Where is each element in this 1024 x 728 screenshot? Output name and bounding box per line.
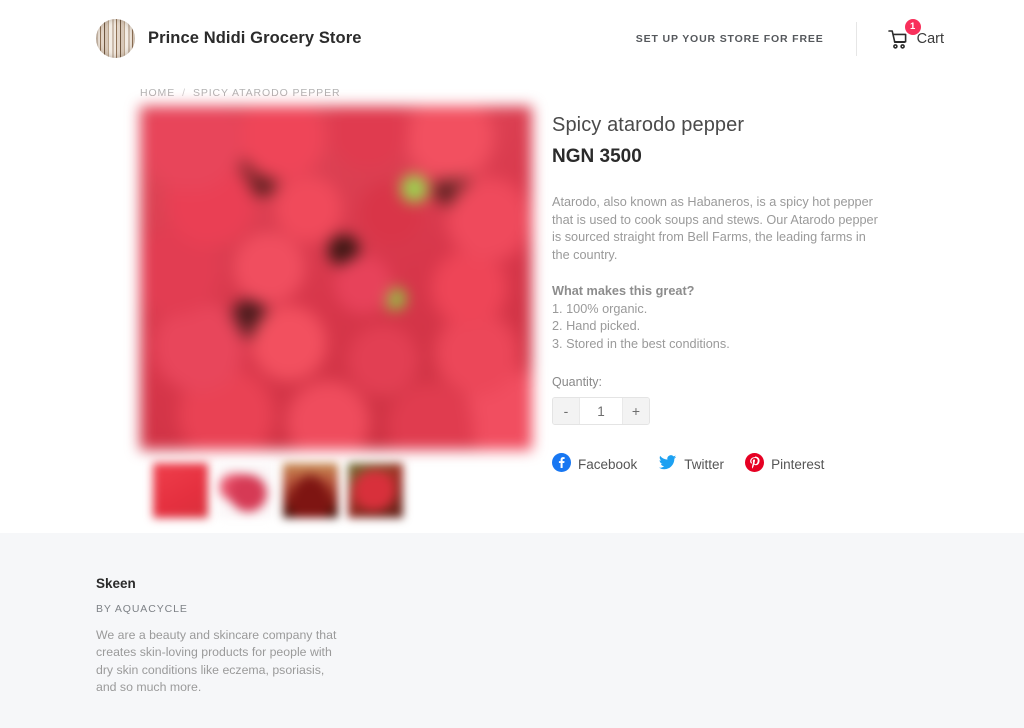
cart-count-badge: 1 (904, 18, 921, 35)
footer-subtitle: BY AQUACYCLE (96, 603, 188, 615)
footer-brand: Skeen BY AQUACYCLE We are a beauty and s… (96, 533, 341, 696)
quantity-stepper: - + (552, 397, 650, 425)
header-right: SET UP YOUR STORE FOR FREE 1 Cart (636, 18, 944, 56)
product-highlight-item: 1. 100% organic. (552, 301, 648, 316)
cart-label: Cart (916, 30, 944, 47)
breadcrumb-current: SPICY ATARODO PEPPER (192, 87, 341, 99)
page-main: HOME / SPICY ATARODO PEPPER Spicy atarod… (0, 77, 1024, 533)
share-pinterest-button[interactable]: Pinterest (745, 453, 824, 475)
facebook-icon (552, 453, 571, 475)
product-layout: Spicy atarodo pepper NGN 3500 Atarodo, a… (96, 106, 944, 518)
share-pinterest-label: Pinterest (771, 456, 825, 472)
setup-store-link[interactable]: SET UP YOUR STORE FOR FREE (636, 33, 824, 45)
breadcrumb-home[interactable]: HOME (140, 87, 175, 99)
footer-description: We are a beauty and skincare company tha… (96, 628, 337, 694)
product-price: NGN 3500 (552, 146, 642, 167)
breadcrumb-separator: / (182, 87, 186, 99)
product-description: Atarodo, also known as Habaneros, is a s… (552, 195, 878, 262)
twitter-icon (658, 453, 677, 475)
share-twitter-label: Twitter (684, 456, 725, 472)
quantity-increment-button[interactable]: + (623, 398, 649, 424)
shopping-cart-icon: 1 (885, 18, 921, 52)
footer-title: Skeen (96, 576, 136, 591)
product-thumbnail[interactable] (348, 463, 403, 518)
quantity-decrement-button[interactable]: - (553, 398, 579, 424)
store-avatar-icon (96, 19, 135, 58)
cart-button[interactable]: 1 Cart (885, 18, 944, 52)
breadcrumb: HOME / SPICY ATARODO PEPPER (96, 77, 944, 106)
product-thumbnail[interactable] (218, 463, 273, 518)
thumbnail-strip (140, 463, 532, 518)
product-thumbnail[interactable] (283, 463, 338, 518)
brand-name: Prince Ndidi Grocery Store (148, 29, 362, 47)
quantity-label: Quantity: (552, 375, 603, 389)
brand[interactable]: Prince Ndidi Grocery Store (96, 19, 362, 58)
product-highlight-item: 3. Stored in the best conditions. (552, 336, 730, 351)
share-facebook-label: Facebook (578, 456, 638, 472)
product-thumbnail[interactable] (153, 463, 208, 518)
product-title: Spicy atarodo pepper (552, 114, 745, 136)
product-info: Spicy atarodo pepper NGN 3500 Atarodo, a… (552, 106, 882, 518)
product-main-image[interactable] (140, 106, 532, 450)
product-highlights-heading: What makes this great? (552, 284, 695, 298)
quantity-input[interactable] (579, 398, 623, 424)
share-twitter-button[interactable]: Twitter (658, 453, 724, 475)
header-divider (855, 21, 857, 56)
product-gallery (140, 106, 532, 518)
share-facebook-button[interactable]: Facebook (552, 453, 637, 475)
product-highlight-item: 2. Hand picked. (552, 319, 641, 333)
site-header: Prince Ndidi Grocery Store SET UP YOUR S… (0, 0, 1024, 77)
pinterest-icon (745, 453, 765, 475)
site-footer: Skeen BY AQUACYCLE We are a beauty and s… (0, 533, 1024, 728)
share-row: Facebook Twitter Pinterest (552, 453, 882, 475)
